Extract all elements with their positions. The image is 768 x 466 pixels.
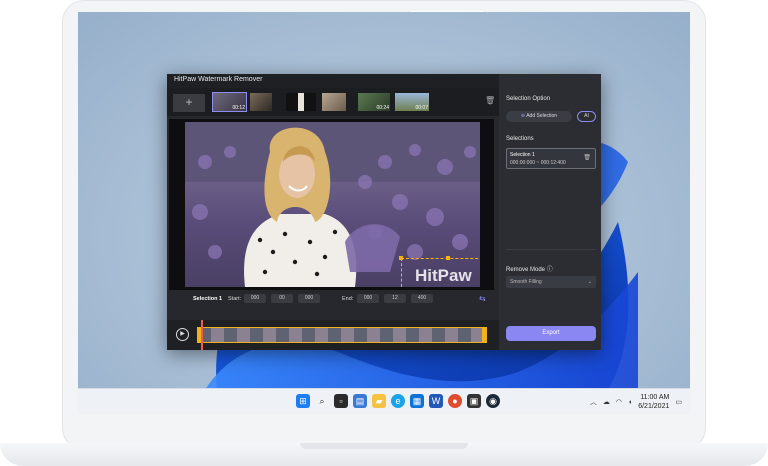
end-hours-input[interactable]: 000 bbox=[357, 294, 379, 303]
trim-handle-right[interactable] bbox=[482, 327, 487, 343]
watermark-text: HitPaw bbox=[415, 266, 472, 285]
trash-icon[interactable]: 🗑 bbox=[583, 154, 591, 161]
task-view-icon[interactable]: ▫ bbox=[334, 394, 348, 408]
timeline: ▶ bbox=[167, 320, 499, 350]
store-bag-icon[interactable]: ▣ bbox=[467, 394, 481, 408]
thumbnail-time: 00:24 bbox=[376, 105, 389, 111]
selection-time-bar: Selection 1 Start: 000 00 000 End: 000 1… bbox=[167, 292, 499, 306]
taskbar-icons: ⊞ ⌕ ▫ ▤ ▰ e ▦ W ● ▣ ◉ bbox=[296, 394, 500, 408]
selection-card-range: 000:00:000 ~ 000:12:400 bbox=[510, 160, 566, 166]
export-button[interactable]: Export bbox=[506, 326, 596, 341]
file-explorer-icon[interactable]: ▰ bbox=[372, 394, 386, 408]
end-label: End: bbox=[342, 296, 354, 302]
clock-time: 11:00 AM bbox=[640, 394, 670, 401]
end-minutes-input[interactable]: 12 bbox=[384, 294, 406, 303]
side-panel: Selection Option ⊕ Add Selection AI Sele… bbox=[499, 74, 601, 350]
end-ms-input[interactable]: 400 bbox=[411, 294, 433, 303]
start-ms-input[interactable]: 000 bbox=[298, 294, 320, 303]
clock-date: 6/21/2021 bbox=[638, 403, 670, 410]
start-hours-input[interactable]: 000 bbox=[244, 294, 266, 303]
start-icon[interactable]: ⊞ bbox=[296, 394, 310, 408]
thumbnail[interactable]: 00:24 bbox=[358, 93, 390, 111]
selections-title: Selections bbox=[506, 136, 534, 142]
video-preview: HitPaw bbox=[169, 119, 494, 290]
taskbar: ⊞ ⌕ ▫ ▤ ▰ e ▦ W ● ▣ ◉ ︿ ☁ ◠ ◖ 11:00 AM 6… bbox=[78, 388, 690, 414]
selection-option-title: Selection Option bbox=[506, 96, 551, 102]
notification-icon[interactable]: ▭ bbox=[675, 398, 682, 406]
steam-icon[interactable]: ◉ bbox=[486, 394, 500, 408]
thumbnail[interactable] bbox=[250, 93, 272, 111]
remove-mode-value: Smooth Filling bbox=[510, 279, 542, 285]
remove-mode-title: Remove Mode ⓘ bbox=[506, 264, 553, 273]
app-window: HitPaw Watermark Remover ☰ — ☐ ✕ + 00:12… bbox=[167, 74, 601, 350]
widgets-icon[interactable]: ▤ bbox=[353, 394, 367, 408]
selection-card[interactable]: Selection 1 000:00:000 ~ 000:12:400 🗑 bbox=[506, 148, 596, 169]
ai-button[interactable]: AI bbox=[577, 111, 596, 122]
trash-icon[interactable]: 🗑 bbox=[485, 96, 495, 105]
play-button[interactable]: ▶ bbox=[176, 328, 189, 341]
thumbnail-time: 00:12 bbox=[232, 105, 245, 111]
thumbnail-time: 00:07 bbox=[415, 105, 428, 111]
add-media-button[interactable]: + bbox=[173, 94, 205, 112]
app-title: HitPaw Watermark Remover bbox=[174, 76, 263, 83]
system-tray: ︿ ☁ ◠ ◖ 11:00 AM 6/21/2021 ▭ bbox=[590, 393, 682, 411]
search-icon[interactable]: ⌕ bbox=[315, 394, 329, 408]
start-minutes-input[interactable]: 00 bbox=[271, 294, 293, 303]
video-frame: HitPaw bbox=[185, 122, 480, 287]
selection-card-name: Selection 1 bbox=[510, 152, 535, 158]
word-icon[interactable]: W bbox=[429, 394, 443, 408]
watermark-selection-box[interactable]: HitPaw bbox=[399, 256, 480, 287]
timeline-strip[interactable] bbox=[197, 327, 487, 343]
wifi-icon[interactable]: ◠ bbox=[616, 398, 622, 406]
swap-icon[interactable]: ⇆ bbox=[479, 294, 486, 303]
start-label: Start: bbox=[228, 296, 242, 302]
selection-name: Selection 1 bbox=[193, 296, 223, 302]
thumbnail[interactable]: 00:07 bbox=[395, 93, 429, 111]
app-icon[interactable]: ● bbox=[448, 394, 462, 408]
cloud-icon[interactable]: ☁ bbox=[603, 398, 610, 406]
thumbnail[interactable] bbox=[322, 93, 346, 111]
add-selection-button[interactable]: ⊕ Add Selection bbox=[506, 111, 572, 122]
edge-icon[interactable]: e bbox=[391, 394, 405, 408]
thumbnail[interactable] bbox=[286, 93, 316, 111]
store-icon[interactable]: ▦ bbox=[410, 394, 424, 408]
remove-mode-dropdown[interactable]: Smooth Filling ⌄ bbox=[506, 276, 596, 288]
chevron-up-icon[interactable]: ︿ bbox=[590, 397, 597, 407]
volume-icon[interactable]: ◖ bbox=[628, 399, 632, 406]
thumbnail-strip: + 00:12 00:24 00:07 🗑 bbox=[167, 88, 499, 116]
laptop-base-lip bbox=[300, 443, 468, 449]
resize-handle[interactable] bbox=[399, 256, 403, 260]
thumbnail[interactable]: 00:12 bbox=[212, 92, 247, 112]
desktop-wallpaper: HitPaw Watermark Remover ☰ — ☐ ✕ + 00:12… bbox=[78, 12, 690, 388]
add-selection-label: Add Selection bbox=[526, 113, 558, 119]
resize-handle[interactable] bbox=[446, 256, 450, 260]
help-icon[interactable]: ⓘ bbox=[547, 267, 553, 273]
playhead[interactable] bbox=[201, 320, 203, 350]
panel-divider bbox=[506, 249, 596, 250]
chevron-down-icon: ⌄ bbox=[587, 279, 592, 285]
remove-mode-label: Remove Mode bbox=[506, 267, 546, 273]
clock[interactable]: 11:00 AM 6/21/2021 bbox=[638, 393, 669, 411]
